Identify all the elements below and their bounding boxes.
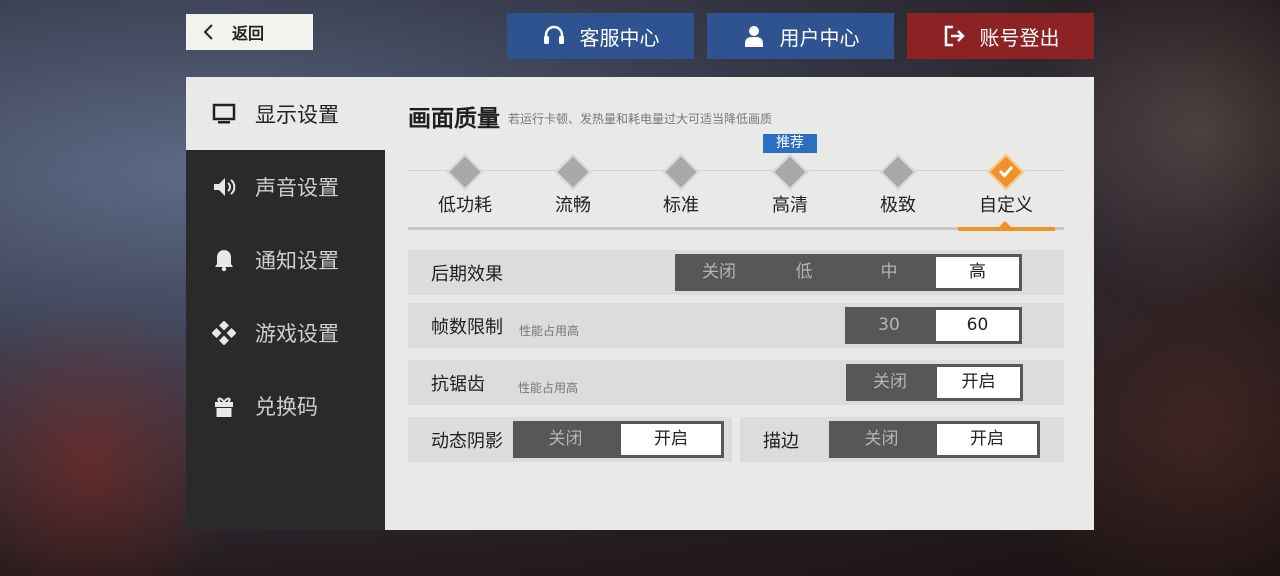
sidebar-item-label: 兑换码 — [255, 394, 318, 419]
tier-custom[interactable]: 自定义 — [966, 153, 1046, 223]
quality-title: 画面质量 — [408, 106, 500, 132]
gamepad-icon — [212, 320, 236, 345]
sidebar-item-display[interactable]: 显示设置 — [186, 77, 385, 150]
sidebar-item-label: 声音设置 — [255, 175, 339, 200]
gift-icon — [215, 397, 233, 417]
setting-label: 描边 — [763, 431, 799, 452]
recommend-badge: 推荐 — [763, 134, 817, 153]
tier-label: 高清 — [772, 195, 808, 216]
outline-selector: 关闭 开启 — [829, 421, 1040, 458]
check-icon — [998, 166, 1014, 178]
sidebar-item-sound[interactable]: 声音设置 — [186, 150, 385, 223]
logout-icon — [944, 25, 965, 47]
back-label: 返回 — [232, 24, 265, 43]
diamond-icon — [662, 153, 700, 191]
customer-service-label: 客服中心 — [579, 25, 660, 50]
tier-smooth[interactable]: 流畅 — [533, 153, 613, 223]
setting-label: 帧数限制 — [431, 317, 503, 338]
tier-label: 标准 — [663, 195, 699, 216]
chevron-left-icon — [203, 24, 213, 40]
option-off[interactable]: 关闭 — [513, 421, 618, 458]
sidebar-item-label: 游戏设置 — [255, 321, 339, 346]
logout-label: 账号登出 — [979, 25, 1060, 50]
sidebar-item-label: 通知设置 — [255, 248, 339, 273]
monitor-icon — [212, 103, 236, 123]
sidebar-item-notification[interactable]: 通知设置 — [186, 223, 385, 296]
quality-subtitle: 若运行卡顿、发热量和耗电量过大可适当降低画质 — [508, 112, 773, 126]
option-medium[interactable]: 中 — [845, 254, 933, 291]
back-button[interactable]: 返回 — [186, 14, 313, 50]
sidebar-item-game[interactable]: 游戏设置 — [186, 296, 385, 369]
tier-label: 自定义 — [979, 195, 1033, 216]
speaker-icon — [214, 177, 236, 196]
user-center-label: 用户中心 — [779, 25, 860, 50]
option-on[interactable]: 开启 — [618, 421, 724, 458]
diamond-icon — [554, 153, 592, 191]
setting-hint: 性能占用高 — [519, 324, 580, 338]
user-icon — [744, 26, 763, 47]
tier-label: 流畅 — [555, 195, 591, 216]
setting-row-outline: 描边 关闭 开启 — [740, 417, 1064, 462]
display-settings-panel: 画面质量 若运行卡顿、发热量和耗电量过大可适当降低画质 推荐 低功耗 流畅 标准… — [385, 77, 1094, 530]
option-off[interactable]: 关闭 — [675, 254, 763, 291]
sidebar-item-label: 显示设置 — [255, 102, 339, 127]
diamond-icon — [446, 153, 484, 191]
diamond-icon — [879, 153, 917, 191]
setting-row-frame-limit: 帧数限制 性能占用高 30 60 — [408, 303, 1064, 348]
setting-row-antialias: 抗锯齿 性能占用高 关闭 开启 — [408, 360, 1064, 405]
tier-standard[interactable]: 标准 — [641, 153, 721, 223]
frame-limit-selector: 30 60 — [845, 307, 1022, 344]
tier-ultra[interactable]: 极致 — [858, 153, 938, 223]
option-off[interactable]: 关闭 — [829, 421, 934, 458]
sidebar-item-redeem[interactable]: 兑换码 — [186, 369, 385, 442]
option-off[interactable]: 关闭 — [846, 364, 934, 401]
option-60[interactable]: 60 — [933, 307, 1022, 344]
tier-selected-notch — [999, 221, 1011, 227]
logout-button[interactable]: 账号登出 — [907, 13, 1094, 59]
setting-label: 抗锯齿 — [431, 374, 485, 395]
setting-row-post-effect: 后期效果 关闭 低 中 高 — [408, 250, 1064, 295]
tier-hd[interactable]: 高清 — [750, 153, 830, 223]
setting-row-dynamic-shadow: 动态阴影 关闭 开启 — [408, 417, 732, 462]
option-low[interactable]: 低 — [763, 254, 845, 291]
post-effect-selector: 关闭 低 中 高 — [675, 254, 1022, 291]
headset-icon — [543, 25, 564, 44]
customer-service-button[interactable]: 客服中心 — [507, 13, 694, 59]
setting-label: 后期效果 — [431, 264, 503, 285]
antialias-selector: 关闭 开启 — [846, 364, 1023, 401]
option-on[interactable]: 开启 — [934, 421, 1040, 458]
tier-label: 极致 — [880, 195, 916, 216]
setting-label: 动态阴影 — [431, 431, 503, 452]
option-30[interactable]: 30 — [845, 307, 933, 344]
bell-icon — [215, 249, 233, 271]
option-on[interactable]: 开启 — [934, 364, 1023, 401]
option-high[interactable]: 高 — [933, 254, 1022, 291]
user-center-button[interactable]: 用户中心 — [707, 13, 894, 59]
diamond-icon — [771, 153, 809, 191]
tier-low-power[interactable]: 低功耗 — [425, 153, 505, 223]
tier-label: 低功耗 — [438, 195, 492, 216]
setting-hint: 性能占用高 — [518, 381, 579, 395]
tier-selected-indicator — [958, 227, 1055, 231]
settings-sidebar: 显示设置 声音设置 通知设置 游戏设置 兑换码 — [186, 77, 385, 530]
dynamic-shadow-selector: 关闭 开启 — [513, 421, 724, 458]
